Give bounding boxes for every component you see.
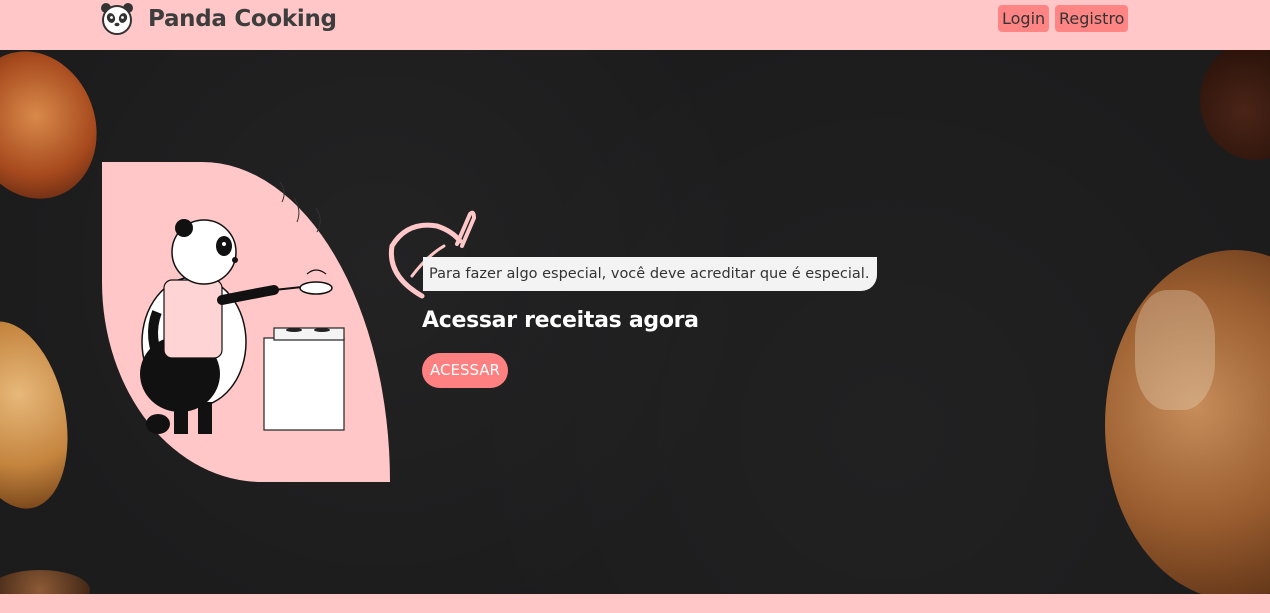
bread-decoration [0,570,90,594]
navbar: Panda Cooking Login Registro [0,0,1270,50]
donut-decoration [1200,50,1270,160]
hero-section: Para fazer algo especial, você deve acre… [0,50,1270,594]
bread-decoration [0,50,117,217]
bread-decoration [0,311,84,519]
cta-title: Acessar receitas agora [422,308,699,333]
quote-text: Para fazer algo especial, você deve acre… [429,266,870,282]
bagel-decoration [1105,250,1270,594]
brand-title: Panda Cooking [148,6,337,32]
access-button[interactable]: ACESSAR [422,353,508,388]
panda-cooking-illustration [102,162,390,482]
quote-box: Para fazer algo especial, você deve acre… [423,257,878,291]
leaf-outline-icon [388,210,477,299]
login-button[interactable]: Login [998,5,1050,32]
register-button[interactable]: Registro [1055,5,1129,32]
brand[interactable]: Panda Cooking [100,2,337,36]
panda-face-icon [101,3,133,35]
